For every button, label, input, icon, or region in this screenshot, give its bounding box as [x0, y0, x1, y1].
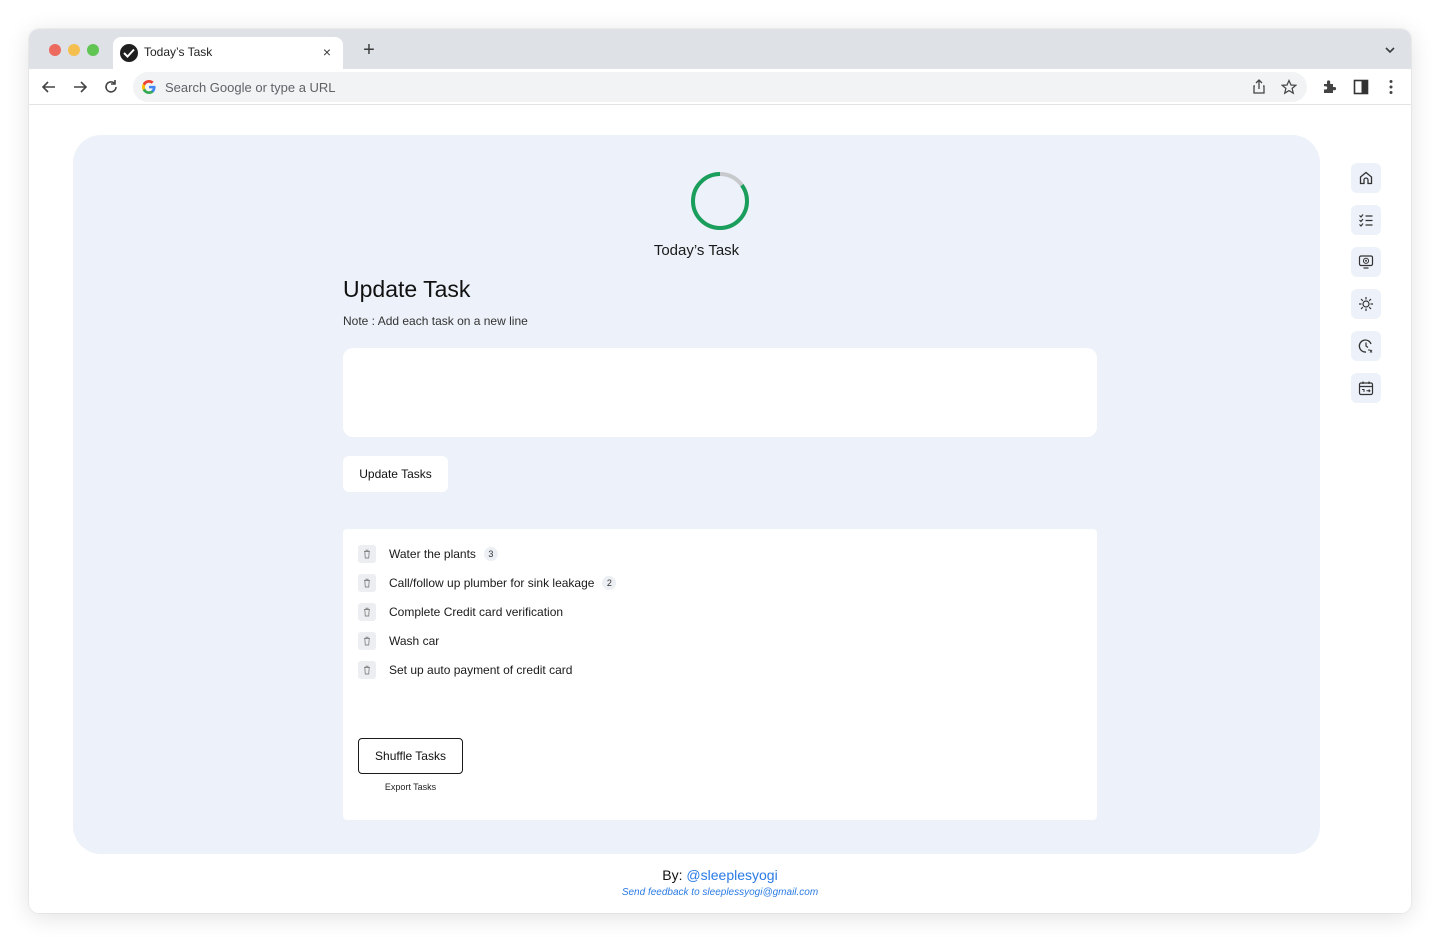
author-handle-link[interactable]: @sleeplesyogi — [686, 867, 777, 883]
google-g-icon — [142, 80, 156, 94]
close-tab-icon[interactable]: × — [319, 44, 335, 60]
browser-window: Today’s Task × + Search Google or type a… — [29, 29, 1411, 913]
feedback-link[interactable]: Send feedback to sleeplessyogi@gmail.com — [29, 887, 1411, 898]
footer-by-label: By: — [662, 867, 683, 883]
task-label: Water the plants — [389, 547, 476, 561]
task-list-card: Water the plants 3 Call/follow up plumber… — [343, 529, 1097, 820]
task-count-badge: 2 — [602, 576, 617, 590]
home-icon[interactable] — [1351, 163, 1381, 193]
task-label: Call/follow up plumber for sink leakage — [389, 576, 595, 590]
trash-icon[interactable] — [358, 545, 376, 563]
update-tasks-button[interactable]: Update Tasks — [343, 456, 448, 492]
new-tab-button[interactable]: + — [359, 40, 379, 60]
task-label: Complete Credit card verification — [389, 605, 564, 619]
back-arrow-icon[interactable] — [39, 77, 59, 97]
task-label: Wash car — [389, 634, 440, 648]
trash-icon[interactable] — [358, 661, 376, 679]
side-panel-icon[interactable] — [1352, 78, 1370, 96]
chevron-down-icon[interactable] — [1383, 43, 1397, 57]
page-content: Today’s Task Update Task Note : Add each… — [29, 105, 1411, 913]
shuffle-tasks-button[interactable]: Shuffle Tasks — [358, 738, 463, 774]
trash-icon[interactable] — [358, 632, 376, 650]
monitor-icon[interactable] — [1351, 247, 1381, 277]
tab-title: Today’s Task — [144, 45, 213, 59]
forward-arrow-icon[interactable] — [70, 77, 90, 97]
tab-strip: Today’s Task × + — [29, 29, 1411, 69]
check-favicon-icon — [120, 44, 138, 62]
kebab-menu-icon[interactable] — [1382, 78, 1400, 96]
bookmark-star-icon[interactable] — [1281, 79, 1297, 95]
extensions-puzzle-icon[interactable] — [1321, 78, 1339, 96]
trash-icon[interactable] — [358, 603, 376, 621]
task-count-badge: 3 — [483, 547, 498, 561]
sun-icon[interactable] — [1351, 289, 1381, 319]
omnibox[interactable]: Search Google or type a URL — [133, 72, 1307, 102]
tasks-textarea[interactable] — [343, 348, 1097, 437]
close-window-button[interactable] — [49, 44, 61, 56]
progress-ring — [691, 172, 749, 230]
browser-toolbar: Search Google or type a URL — [29, 69, 1411, 105]
maximize-window-button[interactable] — [87, 44, 99, 56]
main-panel: Today’s Task Update Task Note : Add each… — [73, 135, 1320, 854]
note-text: Note : Add each task on a new line — [343, 314, 528, 328]
reload-icon[interactable] — [101, 77, 121, 97]
task-label: Set up auto payment of credit card — [389, 663, 573, 677]
timer-icon[interactable] — [1351, 331, 1381, 361]
omnibox-placeholder: Search Google or type a URL — [165, 80, 336, 95]
checklist-icon[interactable] — [1351, 205, 1381, 235]
page-heading: Update Task — [343, 276, 471, 302]
calendar-icon[interactable] — [1351, 373, 1381, 403]
export-tasks-link[interactable]: Export Tasks — [358, 782, 463, 792]
browser-tab[interactable]: Today’s Task × — [113, 37, 343, 69]
footer-credit: By: @sleeplesyogi — [29, 867, 1411, 883]
share-icon[interactable] — [1251, 79, 1267, 95]
trash-icon[interactable] — [358, 574, 376, 592]
app-title: Today’s Task — [653, 242, 740, 259]
minimize-window-button[interactable] — [68, 44, 80, 56]
